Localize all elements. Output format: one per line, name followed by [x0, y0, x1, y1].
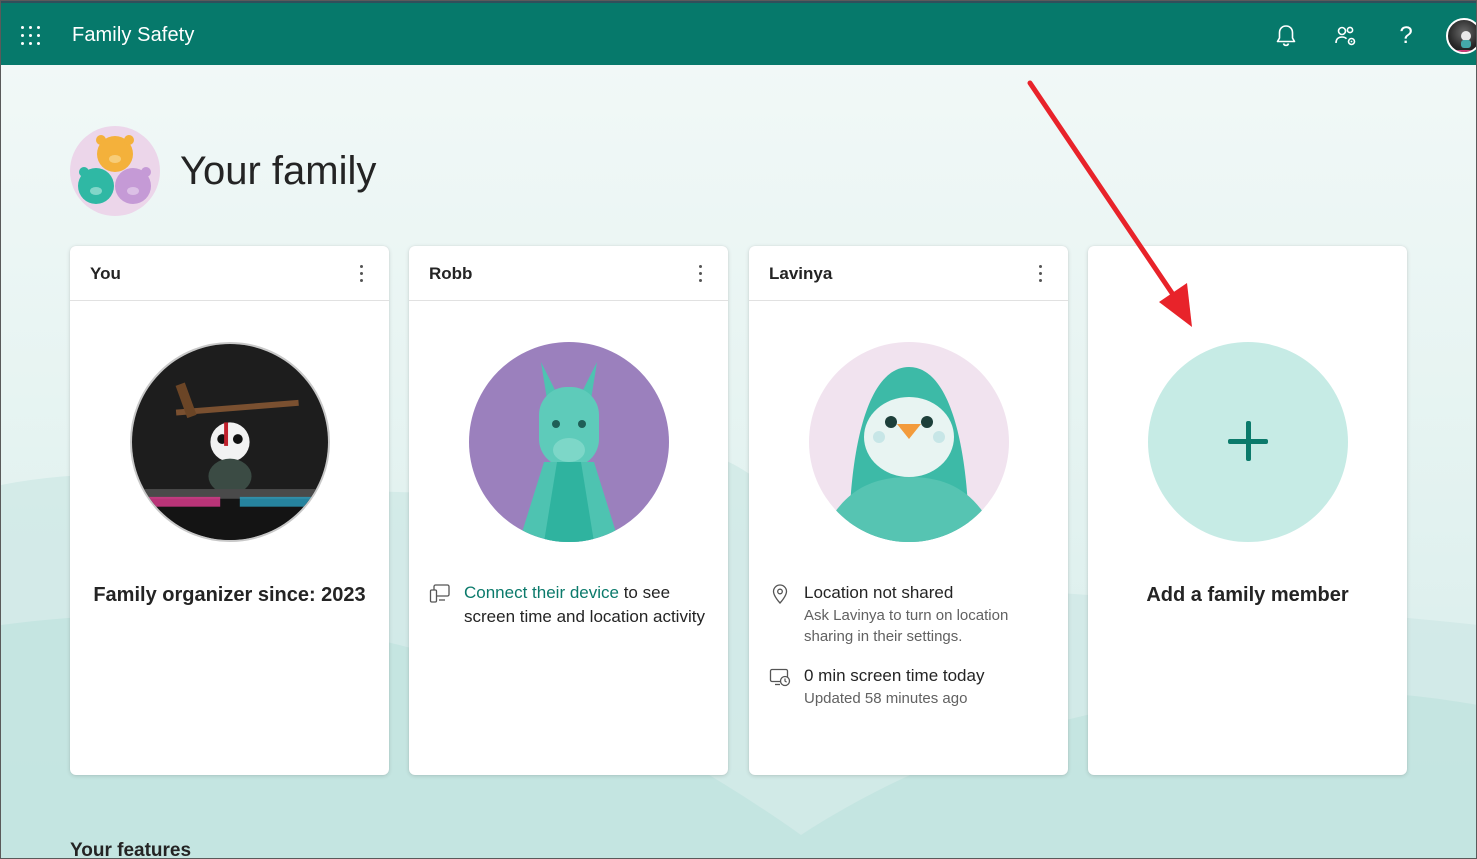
app-title[interactable]: Family Safety — [72, 24, 194, 47]
screen-time-icon — [769, 668, 791, 687]
screen-time-title: 0 min screen time today — [804, 666, 985, 685]
add-member-card[interactable]: Add a family member — [1088, 246, 1407, 775]
member-card-lavinya[interactable]: Lavinya Location not shared Ask Lavinya … — [749, 246, 1068, 775]
app-window: Family Safety ? Your family You Family o… — [0, 0, 1477, 859]
device-icon — [429, 584, 450, 603]
more-options-icon[interactable] — [355, 262, 369, 284]
member-name: You — [90, 264, 121, 283]
family-settings-icon[interactable] — [1333, 23, 1359, 49]
location-text: Location not shared Ask Lavinya to turn … — [804, 581, 1054, 647]
connect-device-link[interactable]: Connect their device — [464, 583, 619, 602]
member-avatar-you — [130, 342, 330, 542]
member-card-robb[interactable]: Robb Connect their device to see screen … — [409, 246, 728, 775]
bell-icon[interactable] — [1273, 23, 1299, 49]
location-subtitle: Ask Lavinya to turn on location sharing … — [804, 607, 1009, 645]
organizer-since-text: Family organizer since: 2023 — [93, 584, 366, 606]
screen-time-updated: Updated 58 minutes ago — [804, 690, 968, 707]
family-avatar — [70, 126, 160, 216]
member-card-you[interactable]: You Family organizer since: 2023 — [70, 246, 389, 775]
member-avatar-lavinya — [809, 342, 1009, 542]
member-avatar-robb — [469, 342, 669, 542]
waffle-icon[interactable] — [21, 26, 43, 48]
location-pin-icon — [772, 584, 788, 604]
add-member-button[interactable] — [1148, 342, 1348, 542]
more-options-icon[interactable] — [1034, 262, 1048, 284]
screen-time-text: 0 min screen time today Updated 58 minut… — [804, 664, 1054, 709]
more-options-icon[interactable] — [694, 262, 708, 284]
location-title: Location not shared — [804, 583, 954, 602]
card-header: You — [70, 246, 389, 301]
add-member-label[interactable]: Add a family member — [1088, 584, 1407, 607]
help-icon[interactable]: ? — [1393, 23, 1419, 49]
features-heading: Your features — [70, 840, 192, 859]
connect-device-text: Connect their device to see screen time … — [464, 581, 714, 629]
profile-avatar[interactable] — [1446, 18, 1476, 54]
card-header: Robb — [409, 246, 728, 301]
member-name: Robb — [429, 264, 473, 283]
top-bar: Family Safety ? — [1, 1, 1476, 65]
page-title: Your family — [180, 149, 377, 193]
member-name: Lavinya — [769, 264, 833, 283]
card-header: Lavinya — [749, 246, 1068, 301]
